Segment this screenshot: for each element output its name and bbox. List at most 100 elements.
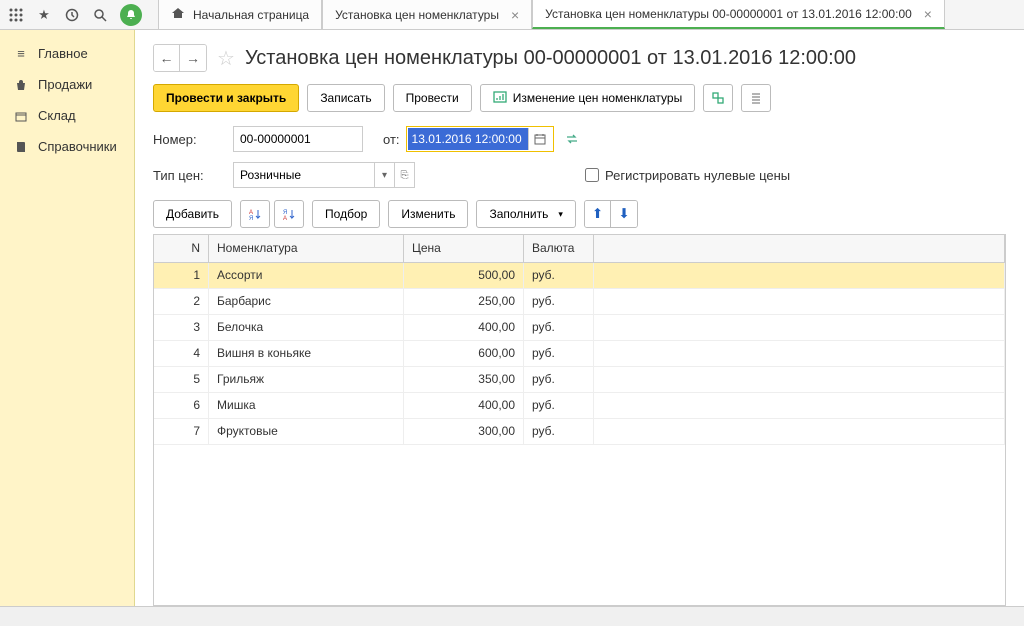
fill-button[interactable]: Заполнить [476,200,575,228]
attach-button[interactable] [703,84,733,112]
save-button[interactable]: Записать [307,84,384,112]
main-toolbar: Провести и закрыть Записать Провести Изм… [153,84,1006,112]
cell-currency: руб. [524,289,594,314]
cell-nomenclature: Фруктовые [209,419,404,444]
open-icon[interactable]: ⎘ [394,163,414,187]
move-up-button[interactable]: ⬆ [585,201,611,227]
cell-currency: руб. [524,367,594,392]
change-prices-button[interactable]: Изменение цен номенклатуры [480,84,696,112]
price-type-input[interactable] [234,163,374,187]
price-type-label: Тип цен: [153,168,233,183]
dropdown-icon[interactable]: ▾ [374,163,394,187]
sidebar-label: Справочники [38,139,117,154]
sync-icon[interactable] [564,131,580,147]
cell-price: 600,00 [404,341,524,366]
col-nomenclature[interactable]: Номенклатура [209,235,404,262]
cell-nomenclature: Ассорти [209,263,404,288]
cell-price: 250,00 [404,289,524,314]
bag-icon [14,78,28,92]
svg-text:А: А [283,216,287,221]
tab-price-list[interactable]: Установка цен номенклатуры × [322,0,532,29]
history-icon[interactable] [64,7,80,23]
book-icon [14,140,28,154]
cell-price: 400,00 [404,393,524,418]
cell-nomenclature: Белочка [209,315,404,340]
search-icon[interactable] [92,7,108,23]
close-icon[interactable]: × [511,7,519,23]
cell-n: 7 [154,419,209,444]
col-rest [594,235,1005,262]
table-row[interactable]: 6Мишка400,00руб. [154,393,1005,419]
system-icons: ★ [0,4,150,26]
button-label: Изменение цен номенклатуры [513,91,683,105]
sidebar: ≡ Главное Продажи Склад Справочники [0,30,135,606]
apps-icon[interactable] [8,7,24,23]
move-down-button[interactable]: ⬇ [611,201,637,227]
cell-price: 350,00 [404,367,524,392]
grid-toolbar: Добавить АЯ ЯА Подбор Изменить Заполнить… [153,200,1006,228]
col-n[interactable]: N [154,235,209,262]
register-zero-label: Регистрировать нулевые цены [605,168,790,183]
cell-currency: руб. [524,315,594,340]
sidebar-label: Продажи [38,77,92,92]
number-label: Номер: [153,132,233,147]
top-bar: ★ Начальная страница Установка цен номен… [0,0,1024,30]
post-and-close-button[interactable]: Провести и закрыть [153,84,299,112]
table-row[interactable]: 5Грильяж350,00руб. [154,367,1005,393]
menu-icon: ≡ [14,47,28,61]
cell-rest [594,289,1005,314]
from-label: от: [383,132,400,147]
list-button[interactable] [741,84,771,112]
cell-nomenclature: Мишка [209,393,404,418]
favorite-star-icon[interactable]: ☆ [217,46,235,71]
sort-desc-button[interactable]: ЯА [274,200,304,228]
table-row[interactable]: 1Ассорти500,00руб. [154,263,1005,289]
select-button[interactable]: Подбор [312,200,380,228]
cell-n: 6 [154,393,209,418]
edit-button[interactable]: Изменить [388,200,468,228]
table-row[interactable]: 4Вишня в коньяке600,00руб. [154,341,1005,367]
star-icon[interactable]: ★ [36,7,52,23]
tab-label: Установка цен номенклатуры [335,8,499,22]
register-zero-checkbox[interactable] [585,168,599,182]
cell-nomenclature: Вишня в коньяке [209,341,404,366]
table-row[interactable]: 2Барбарис250,00руб. [154,289,1005,315]
sidebar-item-main[interactable]: ≡ Главное [0,38,134,69]
cell-n: 4 [154,341,209,366]
number-field[interactable] [233,126,363,152]
nav-forward-button[interactable]: → [180,45,206,71]
close-icon[interactable]: × [924,6,932,22]
add-button[interactable]: Добавить [153,200,232,228]
box-icon [14,109,28,123]
nav-back-button[interactable]: ← [154,45,180,71]
sidebar-item-sales[interactable]: Продажи [0,69,134,100]
sort-asc-button[interactable]: АЯ [240,200,270,228]
table-row[interactable]: 3Белочка400,00руб. [154,315,1005,341]
content: ← → ☆ Установка цен номенклатуры 00-0000… [135,30,1024,606]
notifications-icon[interactable] [120,4,142,26]
cell-currency: руб. [524,263,594,288]
cell-rest [594,315,1005,340]
price-type-combo[interactable]: ▾ ⎘ [233,162,415,188]
col-price[interactable]: Цена [404,235,524,262]
post-button[interactable]: Провести [393,84,472,112]
sidebar-label: Склад [38,108,76,123]
date-field[interactable] [408,128,528,150]
col-currency[interactable]: Валюта [524,235,594,262]
calendar-icon[interactable] [528,128,552,150]
sidebar-item-stock[interactable]: Склад [0,100,134,131]
cell-nomenclature: Грильяж [209,367,404,392]
grid-body: 1Ассорти500,00руб.2Барбарис250,00руб.3Бе… [154,263,1005,605]
cell-rest [594,367,1005,392]
home-icon [171,6,185,23]
table-row[interactable]: 7Фруктовые300,00руб. [154,419,1005,445]
cell-currency: руб. [524,341,594,366]
cell-currency: руб. [524,393,594,418]
cell-price: 500,00 [404,263,524,288]
cell-rest [594,341,1005,366]
tabs-bar: Начальная страница Установка цен номенкл… [158,0,945,29]
tab-home[interactable]: Начальная страница [158,0,322,29]
cell-currency: руб. [524,419,594,444]
sidebar-item-refs[interactable]: Справочники [0,131,134,162]
tab-price-document[interactable]: Установка цен номенклатуры 00-00000001 о… [532,0,945,29]
